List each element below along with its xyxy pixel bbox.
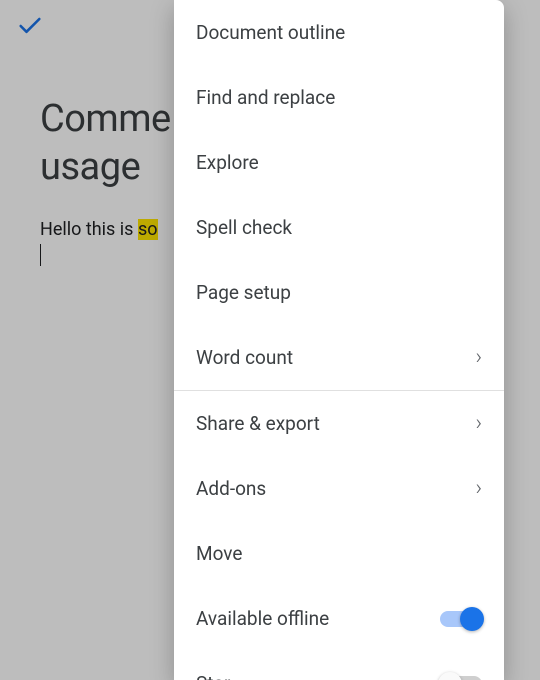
menu-item-document-outline[interactable]: Document outline: [174, 0, 504, 65]
menu-item-label: Word count: [196, 346, 293, 369]
menu-item-add-ons[interactable]: Add-ons ›: [174, 456, 504, 521]
toggle-knob: [460, 607, 484, 631]
menu-item-label: Document outline: [196, 21, 345, 44]
screen: Comme usage Hello this is so Document ou…: [0, 0, 540, 680]
chevron-right-icon: ›: [475, 345, 482, 370]
menu-item-label: Add-ons: [196, 477, 266, 500]
menu-item-find-and-replace[interactable]: Find and replace: [174, 65, 504, 130]
menu-item-share-export[interactable]: Share & export ›: [174, 391, 504, 456]
menu-item-spell-check[interactable]: Spell check: [174, 195, 504, 260]
toggle-knob: [438, 672, 462, 680]
menu-item-label: Available offline: [196, 607, 329, 630]
menu-item-label: Share & export: [196, 412, 320, 435]
menu-item-label: Star: [196, 672, 230, 680]
menu-item-label: Find and replace: [196, 86, 335, 109]
menu-item-label: Page setup: [196, 281, 291, 304]
menu-item-star[interactable]: Star: [174, 651, 504, 680]
menu-item-page-setup[interactable]: Page setup: [174, 260, 504, 325]
chevron-right-icon: ›: [475, 411, 482, 436]
menu-item-move[interactable]: Move: [174, 521, 504, 586]
toggle-star[interactable]: [440, 676, 482, 680]
menu-item-explore[interactable]: Explore: [174, 130, 504, 195]
menu-item-label: Explore: [196, 151, 259, 174]
menu-item-word-count[interactable]: Word count ›: [174, 325, 504, 390]
overflow-menu: Document outline Find and replace Explore S…: [174, 0, 504, 680]
chevron-right-icon: ›: [475, 476, 482, 501]
toggle-available-offline[interactable]: [440, 611, 482, 627]
menu-item-label: Move: [196, 542, 242, 565]
menu-item-available-offline[interactable]: Available offline: [174, 586, 504, 651]
menu-item-label: Spell check: [196, 216, 292, 239]
